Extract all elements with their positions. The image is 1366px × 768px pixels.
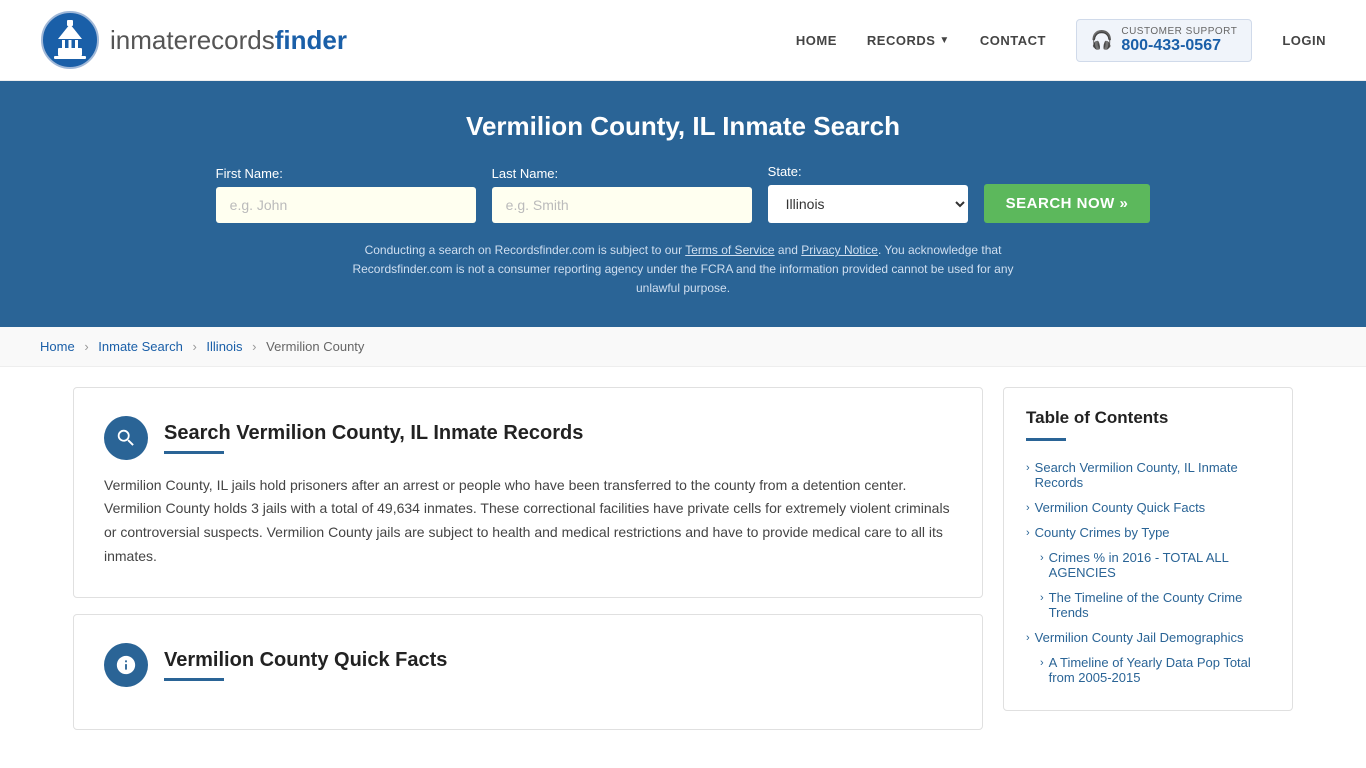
breadcrumb-home[interactable]: Home [40,339,75,354]
toc-list: › Search Vermilion County, IL Inmate Rec… [1026,455,1270,690]
toc-label-3: County Crimes by Type [1035,525,1170,540]
content-area: Search Vermilion County, IL Inmate Recor… [73,387,983,746]
quick-facts-title-area: Vermilion County Quick Facts [164,649,447,681]
toc-link-7[interactable]: › A Timeline of Yearly Data Pop Total fr… [1040,655,1270,685]
toc-label-5: The Timeline of the County Crime Trends [1049,590,1270,620]
toc-link-1[interactable]: › Search Vermilion County, IL Inmate Rec… [1026,460,1270,490]
toc-label-1: Search Vermilion County, IL Inmate Recor… [1035,460,1270,490]
toc-label-4: Crimes % in 2016 - TOTAL ALL AGENCIES [1049,550,1270,580]
logo-icon [40,10,100,70]
facts-icon-circle [104,643,148,687]
toc-label-7: A Timeline of Yearly Data Pop Total from… [1049,655,1270,685]
search-icon-circle [104,416,148,460]
support-info: CUSTOMER SUPPORT 800-433-0567 [1121,26,1237,55]
card-title-underline [164,451,224,454]
privacy-link[interactable]: Privacy Notice [801,243,878,257]
breadcrumb: Home › Inmate Search › Illinois › Vermil… [0,327,1366,367]
breadcrumb-sep-2: › [192,339,196,354]
toc-link-2[interactable]: › Vermilion County Quick Facts [1026,500,1270,515]
last-name-input[interactable] [492,187,752,223]
first-name-label: First Name: [216,166,283,181]
card-title-area: Search Vermilion County, IL Inmate Recor… [164,422,583,454]
chevron-right-icon: › [1040,552,1044,564]
state-label: State: [768,164,802,179]
toc-divider [1026,438,1066,441]
hero-disclaimer: Conducting a search on Recordsfinder.com… [333,241,1033,299]
chevron-right-icon: › [1026,462,1030,474]
first-name-group: First Name: [216,166,476,223]
search-form: First Name: Last Name: State: Illinois A… [40,164,1326,223]
list-item: › Vermilion County Jail Demographics [1026,625,1270,650]
header: inmaterecordsfinder HOME RECORDS ▼ CONTA… [0,0,1366,81]
toc-link-4[interactable]: › Crimes % in 2016 - TOTAL ALL AGENCIES [1040,550,1270,580]
support-label: CUSTOMER SUPPORT [1121,26,1237,37]
nav-contact[interactable]: CONTACT [980,33,1046,48]
breadcrumb-sep-3: › [252,339,256,354]
list-item: › A Timeline of Yearly Data Pop Total fr… [1026,650,1270,690]
toc-link-3[interactable]: › County Crimes by Type [1026,525,1270,540]
nav-records[interactable]: RECORDS ▼ [867,33,950,48]
hero-section: Vermilion County, IL Inmate Search First… [0,81,1366,327]
card-body-text: Vermilion County, IL jails hold prisoner… [104,474,952,569]
chevron-right-icon: › [1026,527,1030,539]
list-item: › County Crimes by Type [1026,520,1270,545]
breadcrumb-illinois[interactable]: Illinois [206,339,242,354]
first-name-input[interactable] [216,187,476,223]
toc-link-6[interactable]: › Vermilion County Jail Demographics [1026,630,1270,645]
main-nav: HOME RECORDS ▼ CONTACT 🎧 CUSTOMER SUPPOR… [796,19,1326,62]
breadcrumb-sep-1: › [84,339,88,354]
info-icon [115,654,137,676]
chevron-right-icon: › [1040,657,1044,669]
list-item: › Search Vermilion County, IL Inmate Rec… [1026,455,1270,495]
chevron-right-icon: › [1026,632,1030,644]
last-name-label: Last Name: [492,166,558,181]
breadcrumb-county: Vermilion County [266,339,364,354]
chevron-down-icon: ▼ [939,35,949,46]
card-header-search: Search Vermilion County, IL Inmate Recor… [104,416,952,460]
nav-home[interactable]: HOME [796,33,837,48]
toc-label-2: Vermilion County Quick Facts [1035,500,1206,515]
chevron-right-icon: › [1026,502,1030,514]
toc-card: Table of Contents › Search Vermilion Cou… [1003,387,1293,711]
card-header-facts: Vermilion County Quick Facts [104,643,952,687]
list-item: › Vermilion County Quick Facts [1026,495,1270,520]
quick-facts-title: Vermilion County Quick Facts [164,649,447,672]
main-container: Search Vermilion County, IL Inmate Recor… [53,387,1313,746]
logo-text: inmaterecordsfinder [110,25,347,56]
list-item: › The Timeline of the County Crime Trend… [1026,585,1270,625]
toc-link-5[interactable]: › The Timeline of the County Crime Trend… [1040,590,1270,620]
search-icon [115,427,137,449]
terms-link[interactable]: Terms of Service [685,243,774,257]
logo-area: inmaterecordsfinder [40,10,347,70]
search-button[interactable]: SEARCH NOW » [984,184,1151,223]
sidebar: Table of Contents › Search Vermilion Cou… [1003,387,1293,711]
quick-facts-underline [164,678,224,681]
inmate-records-card: Search Vermilion County, IL Inmate Recor… [73,387,983,598]
list-item: › Crimes % in 2016 - TOTAL ALL AGENCIES [1026,545,1270,585]
card-title: Search Vermilion County, IL Inmate Recor… [164,422,583,445]
support-number: 800-433-0567 [1121,37,1237,55]
login-button[interactable]: LOGIN [1282,33,1326,48]
last-name-group: Last Name: [492,166,752,223]
hero-title: Vermilion County, IL Inmate Search [40,111,1326,142]
state-select[interactable]: Illinois Alabama Alaska Arizona Californ… [768,185,968,223]
breadcrumb-inmate-search[interactable]: Inmate Search [98,339,183,354]
headphone-icon: 🎧 [1091,30,1113,51]
chevron-right-icon: › [1040,592,1044,604]
toc-title: Table of Contents [1026,408,1270,428]
state-group: State: Illinois Alabama Alaska Arizona C… [768,164,968,223]
customer-support-box[interactable]: 🎧 CUSTOMER SUPPORT 800-433-0567 [1076,19,1252,62]
toc-label-6: Vermilion County Jail Demographics [1035,630,1244,645]
quick-facts-card: Vermilion County Quick Facts [73,614,983,730]
